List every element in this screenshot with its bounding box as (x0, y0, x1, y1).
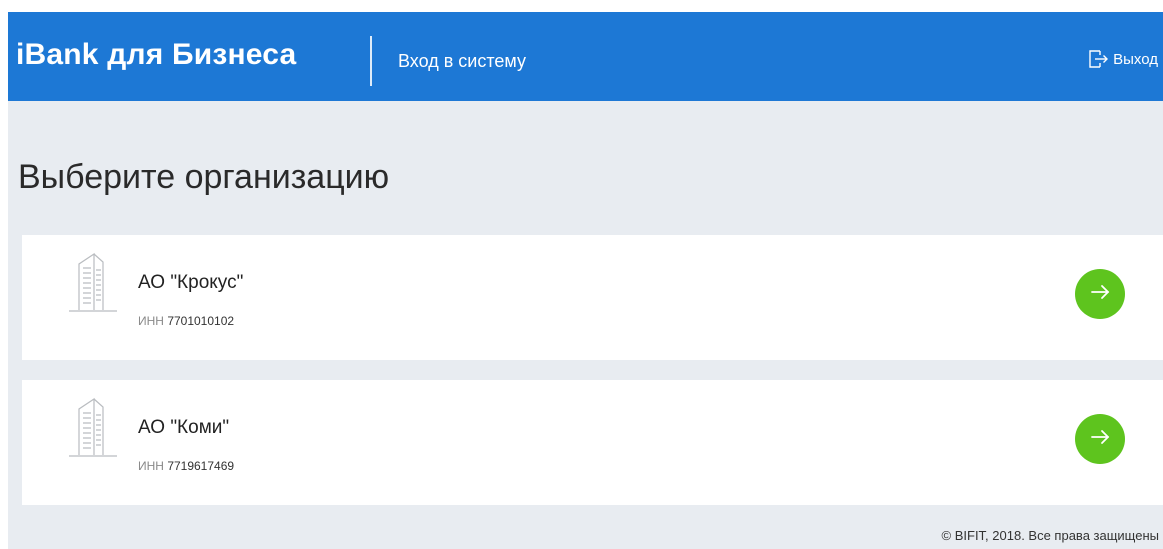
inn-value: 7701010102 (167, 314, 235, 328)
select-organization-button[interactable] (1075, 414, 1125, 464)
logout-label: Выход (1113, 50, 1158, 68)
inn-label: ИНН (138, 459, 164, 473)
building-icon (65, 395, 121, 464)
organization-inn: ИНН 7719617469 (138, 459, 234, 473)
inn-label: ИНН (138, 314, 164, 328)
organization-name: АО "Крокус" (138, 272, 244, 293)
logout-button[interactable]: Выход (1087, 48, 1158, 70)
brand-logo[interactable]: iBank для Бизнеса (16, 38, 296, 72)
inn-value: 7719617469 (167, 459, 235, 473)
organization-card[interactable]: АО "Крокус" ИНН 7701010102 (22, 235, 1163, 360)
arrow-right-icon (1088, 425, 1112, 454)
select-organization-button[interactable] (1075, 269, 1125, 319)
logout-icon (1087, 48, 1109, 70)
organization-name: АО "Коми" (138, 417, 230, 438)
arrow-right-icon (1088, 280, 1112, 309)
page-title: Выберите организацию (18, 158, 390, 196)
organization-card[interactable]: АО "Коми" ИНН 7719617469 (22, 380, 1163, 505)
building-icon (65, 250, 121, 319)
header-divider (370, 36, 372, 86)
copyright-footer: © BIFIT, 2018. Все права защищены (941, 528, 1159, 543)
top-header: iBank для Бизнеса Вход в систему Выход (8, 12, 1163, 101)
organization-inn: ИНН 7701010102 (138, 314, 234, 328)
app-page: iBank для Бизнеса Вход в систему Выход В… (8, 12, 1163, 549)
page-subtitle: Вход в систему (398, 51, 526, 71)
